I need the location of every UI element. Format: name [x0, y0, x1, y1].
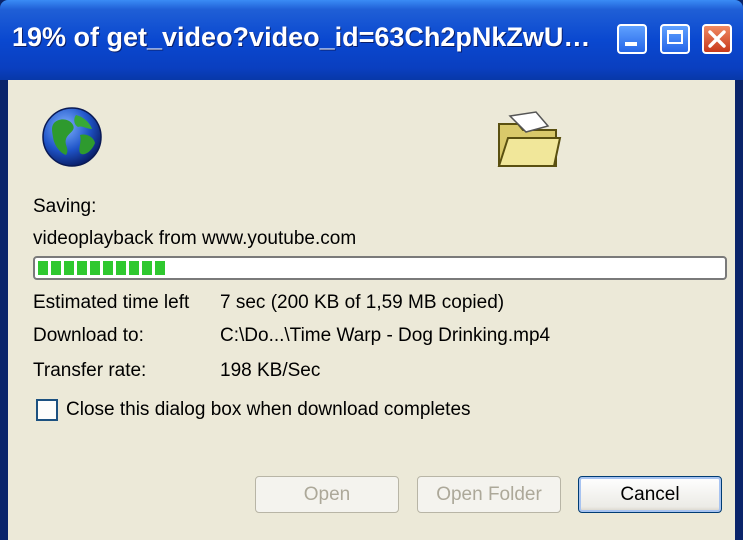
open-button[interactable]: Open — [255, 476, 399, 513]
close-icon — [708, 30, 726, 48]
download-to-label: Download to: — [33, 325, 144, 346]
open-folder-button[interactable]: Open Folder — [417, 476, 561, 513]
download-progress-bar — [33, 256, 727, 280]
minimize-button[interactable] — [617, 24, 647, 54]
title-bar[interactable]: 19% of get_video?video_id=63Ch2pNkZwU&t.… — [0, 0, 743, 80]
saving-label: Saving: — [33, 196, 97, 217]
globe-icon — [42, 107, 102, 167]
close-when-done-checkbox[interactable] — [36, 399, 58, 421]
maximize-button[interactable] — [660, 24, 690, 54]
download-source: videoplayback from www.youtube.com — [33, 228, 357, 249]
close-button[interactable] — [702, 24, 732, 54]
time-left-label: Estimated time left — [33, 292, 190, 313]
progress-fill — [38, 261, 168, 275]
cancel-button[interactable]: Cancel — [578, 476, 722, 513]
transfer-rate-label: Transfer rate: — [33, 360, 147, 381]
folder-icon — [497, 111, 562, 167]
transfer-rate-value: 198 KB/Sec — [220, 360, 321, 381]
close-when-done-label[interactable]: Close this dialog box when download comp… — [66, 399, 471, 421]
download-dialog: 19% of get_video?video_id=63Ch2pNkZwU&t.… — [0, 0, 743, 540]
time-left-value: 7 sec (200 KB of 1,59 MB copied) — [220, 292, 505, 313]
window-title: 19% of get_video?video_id=63Ch2pNkZwU&t.… — [12, 22, 602, 52]
download-to-value: C:\Do...\Time Warp - Dog Drinking.mp4 — [220, 325, 551, 346]
